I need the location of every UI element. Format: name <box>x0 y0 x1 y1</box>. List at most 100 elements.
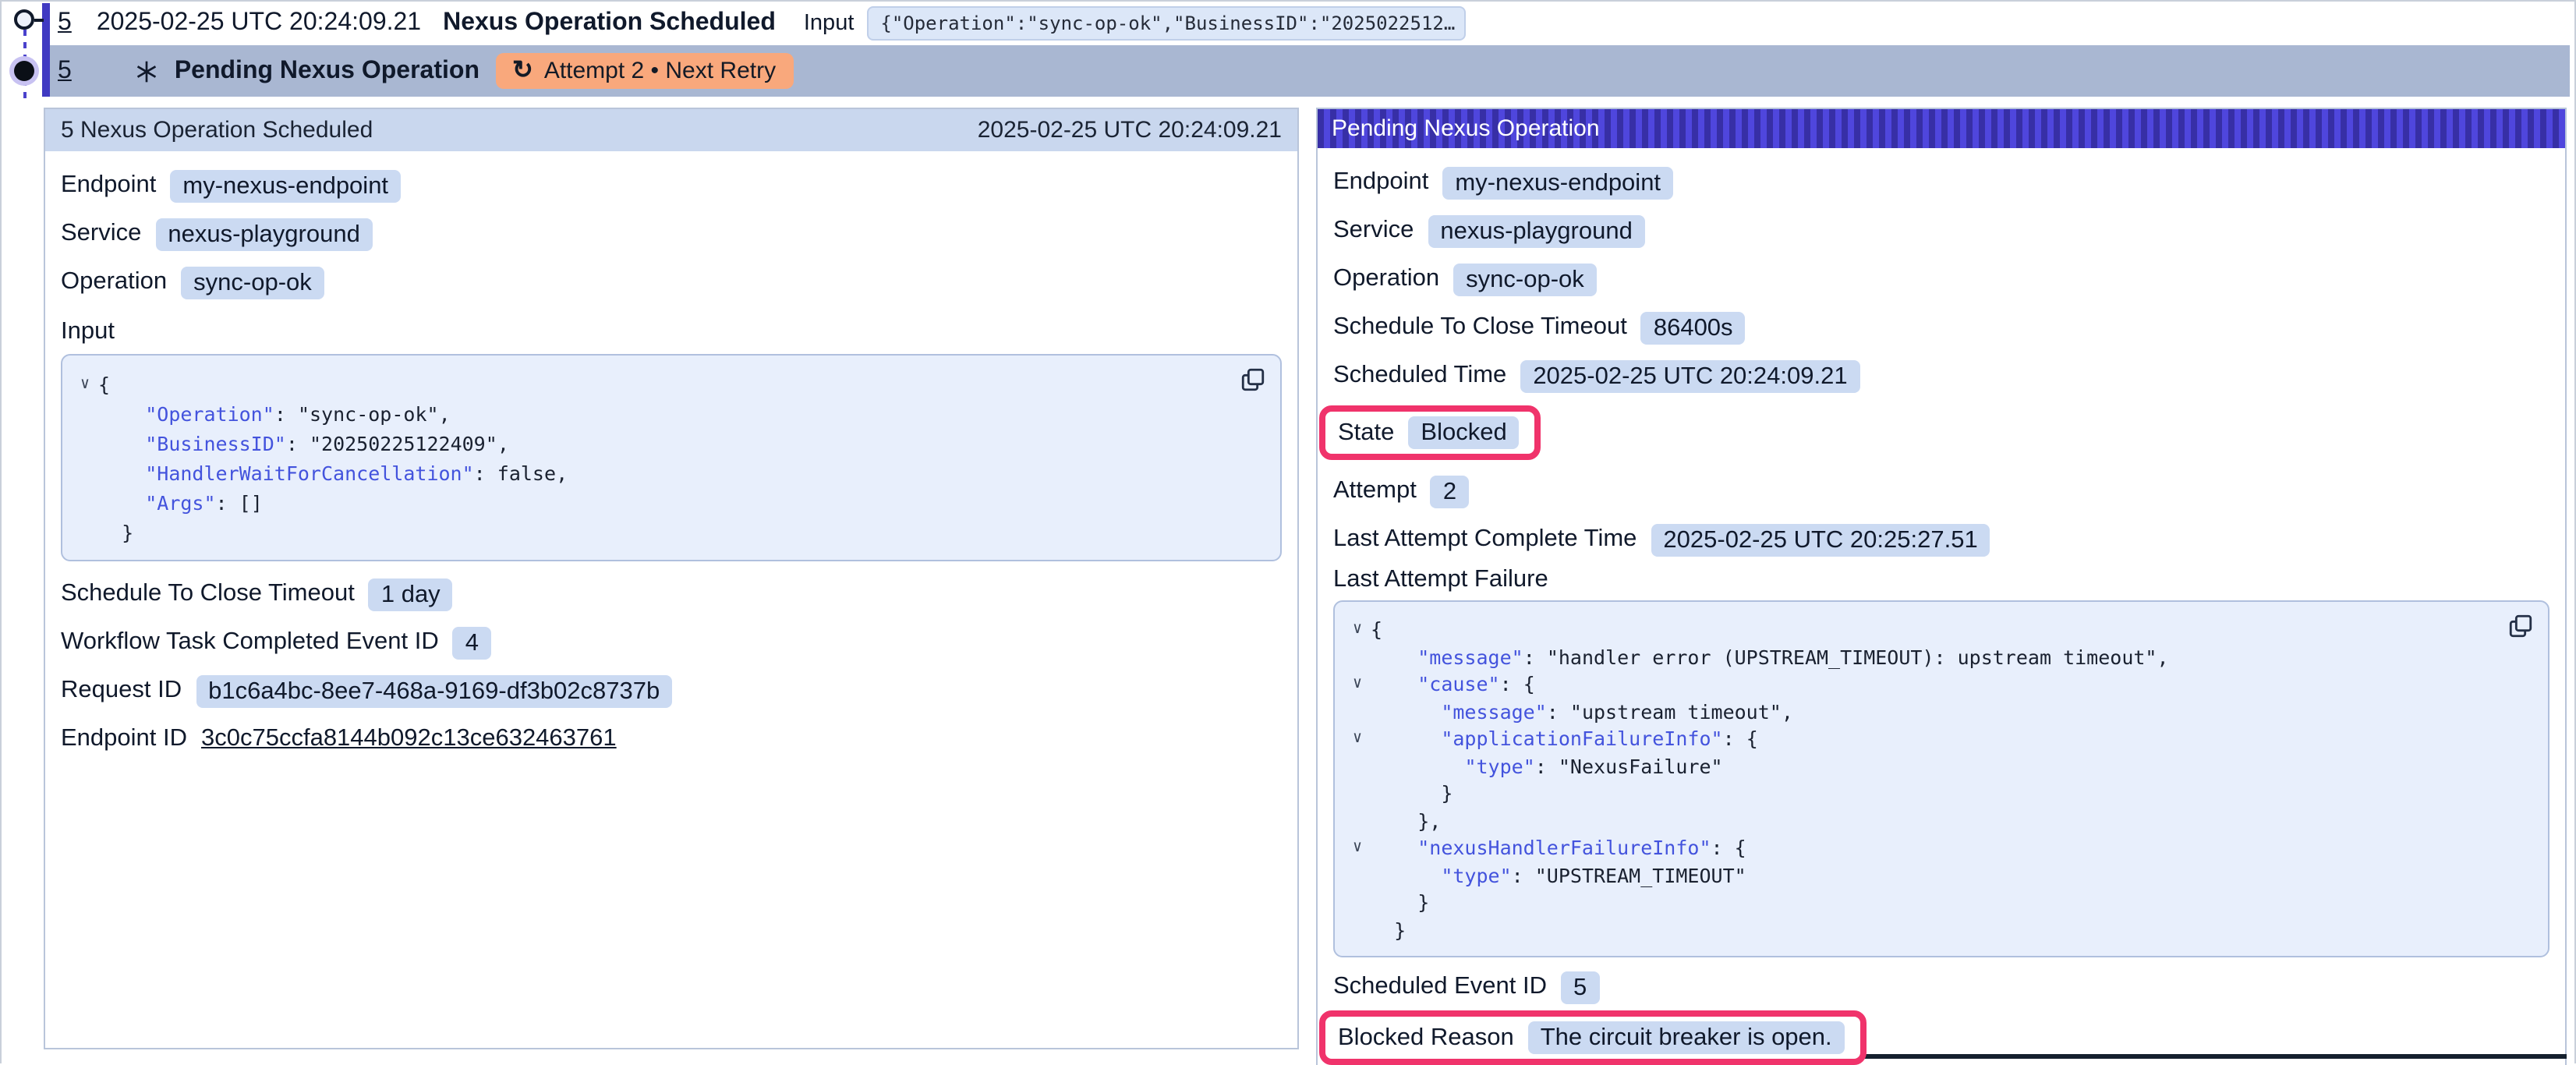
json-code-line: }, <box>1344 807 2532 834</box>
field-label: Endpoint <box>1333 168 1428 196</box>
field-label: Service <box>1333 217 1414 245</box>
chevron-spacer <box>72 458 98 488</box>
field-service: Service nexus-playground <box>61 217 1282 251</box>
chevron-spacer <box>1344 643 1371 670</box>
chevron-spacer <box>1344 862 1371 889</box>
json-code-line: ∨ "applicationFailureInfo": { <box>1344 725 2532 752</box>
retry-status-text: Attempt 2 • Next Retry <box>544 58 776 84</box>
event-id-link[interactable]: 5 <box>58 9 72 37</box>
copy-icon[interactable] <box>2507 613 2534 639</box>
field-label: Blocked Reason <box>1338 1024 1514 1052</box>
json-code-line: } <box>1344 780 2532 807</box>
json-code-text: } <box>1371 916 1406 943</box>
field-label: Service <box>61 220 141 248</box>
field-workflow-task-completed-event-id: Workflow Task Completed Event ID 4 <box>61 625 1282 660</box>
failure-json-viewer: ∨{ "message": "handler error (UPSTREAM_T… <box>1333 600 2549 957</box>
field-operation: Operation sync-op-ok <box>1333 262 2549 296</box>
field-scheduled-event-id: Scheduled Event ID 5 <box>1333 970 2549 1004</box>
chevron-spacer <box>72 429 98 458</box>
blocked-reason-highlight-annotation: Blocked Reason The circuit breaker is op… <box>1319 1010 1867 1065</box>
event-input-label: Input <box>804 11 855 36</box>
chevron-spacer <box>72 488 98 518</box>
pending-asterisk-icon <box>134 58 159 83</box>
panel-header-scheduled: 5 Nexus Operation Scheduled 2025-02-25 U… <box>45 109 1297 151</box>
json-code-line: "BusinessID": "20250225122409", <box>72 429 1265 458</box>
json-code-line: "message": "handler error (UPSTREAM_TIME… <box>1344 643 2532 670</box>
selected-row-accent-bar <box>42 3 50 97</box>
endpoint-id-link[interactable]: 3c0c75ccfa8144b092c13ce632463761 <box>201 725 617 753</box>
field-value-badge: 86400s <box>1641 311 1746 344</box>
json-code-line: ∨ "nexusHandlerFailureInfo": { <box>1344 834 2532 862</box>
chevron-spacer <box>1344 807 1371 834</box>
json-code-line: } <box>1344 889 2532 916</box>
field-value-badge: 1 day <box>369 578 453 610</box>
panel-body: Endpoint my-nexus-endpoint Service nexus… <box>45 151 1297 756</box>
state-highlight-annotation: State Blocked <box>1319 405 1541 460</box>
field-value-badge: b1c6a4bc-8ee7-468a-9169-df3b02c8737b <box>196 674 672 707</box>
field-label: Endpoint ID <box>61 725 187 753</box>
chevron-spacer <box>1344 889 1371 916</box>
field-label: Operation <box>1333 265 1439 293</box>
chevron-spacer <box>1344 752 1371 780</box>
event-row-pending-nexus-operation[interactable]: 5 Pending Nexus Operation ↻ Attempt 2 • … <box>48 45 2570 97</box>
json-code-text: "cause": { <box>1371 670 1535 698</box>
timeline-filled-circle-marker <box>14 61 34 81</box>
field-scheduled-time: Scheduled Time 2025-02-25 UTC 20:24:09.2… <box>1333 359 2549 393</box>
json-code-text: "message": "upstream timeout", <box>1371 698 1793 725</box>
json-code-text: } <box>1371 780 1453 807</box>
failure-section-label: Last Attempt Failure <box>1333 566 2549 594</box>
json-code-text: { <box>98 370 110 399</box>
field-value-badge: sync-op-ok <box>1453 263 1597 295</box>
input-json-viewer: ∨{ "Operation": "sync-op-ok", "BusinessI… <box>61 354 1282 561</box>
json-code-text: "type": "NexusFailure" <box>1371 752 1723 780</box>
field-label: Operation <box>61 268 167 296</box>
state-value-badge: Blocked <box>1408 416 1519 449</box>
event-timestamp: 2025-02-25 UTC 20:24:09.21 <box>97 9 421 37</box>
field-state-row: State Blocked <box>1333 405 2549 460</box>
retry-icon: ↻ <box>512 58 533 83</box>
field-label: Scheduled Event ID <box>1333 973 1547 1001</box>
blocked-reason-value-badge: The circuit breaker is open. <box>1528 1021 1845 1054</box>
json-code-text: { <box>1371 616 1382 643</box>
field-value-badge: 4 <box>453 626 491 659</box>
json-code-text: "HandlerWaitForCancellation": false, <box>98 458 568 488</box>
json-code-text: } <box>98 518 133 547</box>
input-section-label: Input <box>61 318 1282 346</box>
panel-header-pending-striped: Pending Nexus Operation <box>1318 109 2565 148</box>
collapse-chevron-icon[interactable]: ∨ <box>1344 725 1371 752</box>
collapse-chevron-icon[interactable]: ∨ <box>72 370 98 399</box>
field-endpoint-id: Endpoint ID 3c0c75ccfa8144b092c13ce63246… <box>61 722 1282 756</box>
field-last-attempt-complete-time: Last Attempt Complete Time 2025-02-25 UT… <box>1333 522 2549 557</box>
json-code-line: "HandlerWaitForCancellation": false, <box>72 458 1265 488</box>
json-code-text: "Args": [] <box>98 488 263 518</box>
collapse-chevron-icon[interactable]: ∨ <box>1344 834 1371 862</box>
pending-operation-panel: Pending Nexus Operation Endpoint my-nexu… <box>1316 108 2567 1065</box>
field-label: Last Attempt Complete Time <box>1333 525 1637 554</box>
field-value-badge: nexus-playground <box>1428 214 1644 247</box>
field-schedule-to-close-timeout: Schedule To Close Timeout 1 day <box>61 577 1282 611</box>
collapse-chevron-icon[interactable]: ∨ <box>1344 616 1371 643</box>
collapse-chevron-icon[interactable]: ∨ <box>1344 670 1371 698</box>
field-label: Schedule To Close Timeout <box>1333 313 1627 341</box>
panel-title: Pending Nexus Operation <box>1332 115 1600 142</box>
copy-icon[interactable] <box>1240 366 1266 393</box>
chevron-spacer <box>1344 780 1371 807</box>
event-id-link[interactable]: 5 <box>58 57 72 85</box>
field-endpoint: Endpoint my-nexus-endpoint <box>61 168 1282 203</box>
field-value-badge: nexus-playground <box>155 218 372 250</box>
field-value-badge: my-nexus-endpoint <box>1442 166 1673 199</box>
field-schedule-to-close-timeout: Schedule To Close Timeout 86400s <box>1333 310 2549 345</box>
retry-status-badge: ↻ Attempt 2 • Next Retry <box>495 53 793 89</box>
field-service: Service nexus-playground <box>1333 214 2549 248</box>
event-input-preview-badge: {"Operation":"sync-op-ok","BusinessID":"… <box>866 6 1465 41</box>
chevron-spacer <box>1344 698 1371 725</box>
json-code-line: ∨{ <box>1344 616 2532 643</box>
field-label: Request ID <box>61 677 182 705</box>
chevron-spacer <box>1344 916 1371 943</box>
timeline-connector-line <box>34 18 44 21</box>
field-value-badge: 5 <box>1561 971 1599 1003</box>
chevron-spacer <box>72 518 98 547</box>
json-code-line: "type": "UPSTREAM_TIMEOUT" <box>1344 862 2532 889</box>
field-request-id: Request ID b1c6a4bc-8ee7-468a-9169-df3b0… <box>61 674 1282 708</box>
event-row-nexus-operation-scheduled[interactable]: 5 2025-02-25 UTC 20:24:09.21 Nexus Opera… <box>48 2 2570 45</box>
